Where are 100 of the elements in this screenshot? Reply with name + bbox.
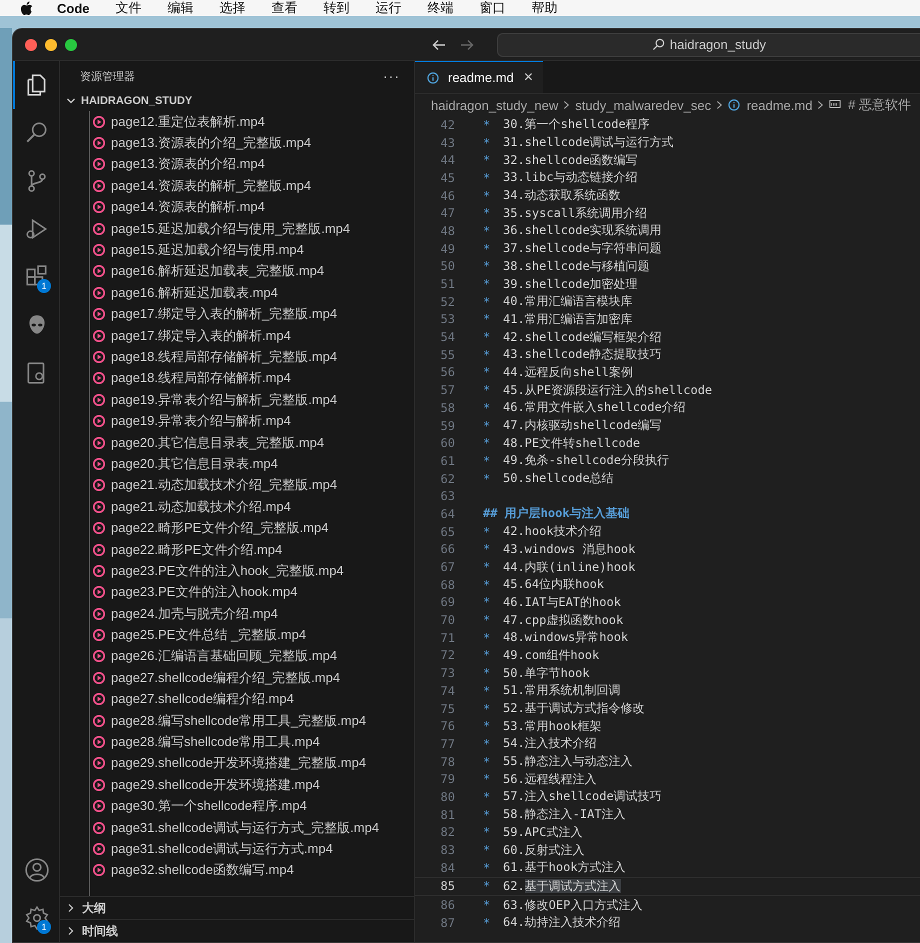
line-number: 77 xyxy=(440,736,455,751)
code-text: 62.基于调试方式注入 xyxy=(503,878,621,895)
video-file-icon xyxy=(93,842,105,855)
line-number: 44 xyxy=(440,153,455,168)
panel-section-header[interactable]: 时间线 xyxy=(60,919,414,942)
list-marker: * xyxy=(483,454,492,468)
file-item[interactable]: page21.动态加载技术介绍.mp4 xyxy=(90,496,414,518)
extensions-button[interactable]: 1 xyxy=(13,253,59,301)
info-icon xyxy=(427,72,439,84)
menu-item[interactable]: 窗口 xyxy=(480,0,506,17)
file-item[interactable]: page15.延迟加载介绍与使用.mp4 xyxy=(90,239,414,261)
file-item[interactable]: page16.解析延迟加载表.mp4 xyxy=(90,282,414,304)
file-item[interactable]: page29.shellcode开发环境搭建_完整版.mp4 xyxy=(90,752,414,774)
code-text: 53.常用hook框架 xyxy=(503,718,602,735)
video-file-icon xyxy=(93,564,105,577)
video-file-icon xyxy=(93,479,105,492)
code-text: 44.远程反向shell案例 xyxy=(503,364,633,381)
list-marker: * xyxy=(483,630,492,645)
file-item[interactable]: page15.延迟加载介绍与使用_完整版.mp4 xyxy=(90,218,414,240)
file-item[interactable]: page16.解析延迟加载表_完整版.mp4 xyxy=(90,260,414,282)
video-file-icon xyxy=(93,180,105,192)
code-text: 59.APC式注入 xyxy=(503,824,582,841)
list-marker: * xyxy=(483,843,492,858)
file-item[interactable]: page20.其它信息目录表_完整版.mp4 xyxy=(90,432,414,454)
app-menu[interactable]: Code xyxy=(57,0,90,16)
file-item[interactable]: page14.资源表的解析.mp4 xyxy=(90,196,414,218)
file-item[interactable]: page31.shellcode调试与运行方式_完整版.mp4 xyxy=(90,816,414,838)
code-text: 58.静态注入-IAT注入 xyxy=(503,806,626,824)
menu-item[interactable]: 编辑 xyxy=(168,0,194,17)
close-window-button[interactable] xyxy=(25,38,37,50)
file-item[interactable]: page17.绑定导入表的解析.mp4 xyxy=(90,324,414,346)
list-marker: * xyxy=(483,860,492,875)
menu-item[interactable]: 帮助 xyxy=(532,0,558,17)
file-item[interactable]: page23.PE文件的注入hook.mp4 xyxy=(90,582,414,603)
line-number: 63 xyxy=(440,489,455,504)
breadcrumb-item[interactable]: # 恶意软件 xyxy=(829,96,911,114)
code-text: 31.shellcode调试与运行方式 xyxy=(503,134,674,152)
file-item[interactable]: page21.动态加载技术介绍_完整版.mp4 xyxy=(90,474,414,496)
file-item[interactable]: page25.PE文件总结 _完整版.mp4 xyxy=(90,624,414,646)
file-item[interactable]: page19.异常表介绍与解析_完整版.mp4 xyxy=(90,389,414,410)
file-item[interactable]: page27.shellcode编程介绍_完整版.mp4 xyxy=(90,667,414,689)
line-number: 75 xyxy=(440,702,455,716)
file-item[interactable]: page12.重定位表解析.mp4 xyxy=(90,111,414,132)
video-file-icon xyxy=(93,693,105,706)
file-item[interactable]: page23.PE文件的注入hook_完整版.mp4 xyxy=(90,560,414,582)
breadcrumb-item[interactable]: study_malwaredev_sec xyxy=(575,98,712,112)
list-marker: * xyxy=(483,825,492,840)
file-item[interactable]: page32.shellcode函数编写.mp4 xyxy=(90,860,414,882)
file-item[interactable]: page27.shellcode编程介绍.mp4 xyxy=(90,688,414,710)
editor-tab[interactable]: readme.md × xyxy=(415,61,544,93)
file-item[interactable]: page22.畸形PE文件介绍_完整版.mp4 xyxy=(90,517,414,539)
minimize-window-button[interactable] xyxy=(45,38,57,50)
menu-item[interactable]: 终端 xyxy=(428,0,454,17)
line-number: 78 xyxy=(440,754,455,769)
list-marker: * xyxy=(483,312,492,326)
settings-button[interactable]: 1 xyxy=(13,894,59,942)
file-item[interactable]: page20.其它信息目录表.mp4 xyxy=(90,453,414,475)
menu-item[interactable]: 转到 xyxy=(324,0,350,17)
apple-icon[interactable] xyxy=(20,0,33,16)
file-item[interactable]: page22.畸形PE文件介绍.mp4 xyxy=(90,538,414,560)
menu-item[interactable]: 选择 xyxy=(220,0,246,17)
panel-section-header[interactable]: 大纲 xyxy=(60,896,414,919)
video-file-icon xyxy=(93,330,105,342)
list-marker: * xyxy=(483,400,492,415)
breadcrumb-item[interactable]: haidragon_study_new xyxy=(431,98,558,112)
file-item[interactable]: page30.第一个shellcode程序.mp4 xyxy=(90,796,414,817)
file-item[interactable]: page13.资源表的介绍_完整版.mp4 xyxy=(90,132,414,154)
video-file-icon xyxy=(93,650,105,662)
file-item[interactable]: page19.异常表介绍与解析.mp4 xyxy=(90,410,414,432)
list-marker: * xyxy=(483,648,492,662)
video-file-icon xyxy=(93,864,105,876)
folder-header[interactable]: HAIDRAGON_STUDY xyxy=(60,91,414,111)
list-marker: * xyxy=(483,136,492,150)
menu-item[interactable]: 文件 xyxy=(116,0,142,17)
list-marker: * xyxy=(483,736,492,751)
list-marker: * xyxy=(483,242,492,256)
file-item[interactable]: page28.编写shellcode常用工具_完整版.mp4 xyxy=(90,710,414,732)
list-marker: * xyxy=(483,666,492,680)
file-item[interactable]: page17.绑定导入表的解析_完整版.mp4 xyxy=(90,304,414,325)
video-file-icon xyxy=(93,586,105,598)
line-number: 50 xyxy=(440,259,455,274)
line-number: 48 xyxy=(440,224,455,238)
file-item[interactable]: page26.汇编语言基础回顾_完整版.mp4 xyxy=(90,646,414,668)
menu-item[interactable]: 查看 xyxy=(272,0,298,17)
file-item[interactable]: page18.线程局部存储解析_完整版.mp4 xyxy=(90,346,414,368)
file-item[interactable]: page13.资源表的介绍.mp4 xyxy=(90,154,414,176)
zoom-window-button[interactable] xyxy=(65,38,77,50)
close-tab-button[interactable]: × xyxy=(524,68,534,86)
more-actions-button[interactable]: ··· xyxy=(383,68,400,84)
file-item[interactable]: page14.资源表的解析_完整版.mp4 xyxy=(90,175,414,197)
list-marker: * xyxy=(483,542,492,556)
file-item[interactable]: page18.线程局部存储解析.mp4 xyxy=(90,368,414,390)
breadcrumb-item[interactable]: readme.md xyxy=(728,98,812,112)
code-text: 61.基于hook方式注入 xyxy=(503,859,626,876)
file-item[interactable]: page31.shellcode调试与运行方式.mp4 xyxy=(90,838,414,860)
file-item[interactable]: page28.编写shellcode常用工具.mp4 xyxy=(90,731,414,753)
command-search-field[interactable]: haidragon_study xyxy=(497,32,920,56)
file-item[interactable]: page24.加壳与脱壳介绍.mp4 xyxy=(90,602,414,624)
menu-item[interactable]: 运行 xyxy=(376,0,402,17)
file-item[interactable]: page29.shellcode开发环境搭建.mp4 xyxy=(90,774,414,796)
